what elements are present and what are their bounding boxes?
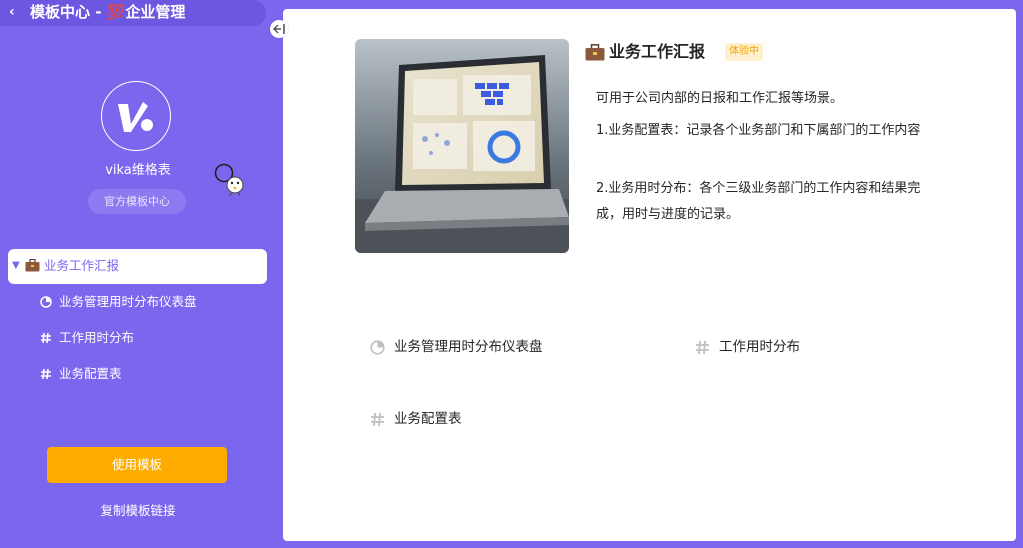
caret-down-icon[interactable]: ▼ [12, 259, 20, 273]
tree-item-label: 业务工作汇报 [44, 258, 120, 273]
tree-item-label: 业务配置表 [59, 366, 122, 381]
collapse-sidebar-button[interactable] [270, 20, 288, 38]
grid-icon [41, 332, 51, 344]
node-label: 业务配置表 [394, 411, 462, 427]
node-label: 工作用时分布 [719, 339, 800, 355]
tree-item-business-report[interactable]: ▼ 业务工作汇报 [8, 249, 267, 284]
back-icon[interactable]: ‹ [9, 4, 23, 20]
template-desc-line: 1.业务配置表：记录各个业务部门和下属部门的工作内容 [596, 123, 921, 138]
briefcase-icon [585, 44, 605, 61]
dashboard-icon [40, 296, 52, 308]
tree-item-label: 业务管理用时分布仪表盘 [59, 294, 197, 309]
header-title: 模板中心 - 💯企业管理 [30, 3, 186, 21]
template-detail-panel: 业务工作汇报 体验中 可用于公司内部的日报和工作汇报等场景。 1.业务配置表：记… [283, 9, 1016, 541]
tree-item-label: 工作用时分布 [59, 330, 135, 345]
use-template-button[interactable]: 使用模板 [47, 447, 227, 483]
org-logo [101, 81, 171, 151]
briefcase-icon [25, 259, 40, 272]
vika-logo-icon [118, 102, 153, 132]
mascot-icon [213, 162, 249, 198]
collapse-icon [273, 24, 285, 34]
template-desc-line: 可用于公司内部的日报和工作汇报等场景。 [596, 91, 844, 106]
grid-icon [41, 368, 51, 380]
dashboard-icon [370, 340, 385, 355]
sidebar: ‹ 模板中心 - 💯企业管理 vika维格表 官方模板中心 ▼ 业务工作汇报 业… [0, 0, 276, 548]
node-label: 业务管理用时分布仪表盘 [394, 339, 543, 355]
official-badge[interactable]: 官方模板中心 [88, 189, 186, 214]
grid-icon [371, 412, 384, 427]
header-bar: ‹ 模板中心 - 💯企业管理 [0, 0, 266, 26]
template-desc-line: 2.业务用时分布：各个三级业务部门的工作内容和结果完成，用时与进度的记录。 [596, 181, 921, 222]
grid-icon [696, 340, 709, 355]
template-cover-image [355, 39, 569, 253]
copy-template-link[interactable]: 复制模板链接 [0, 502, 276, 520]
template-title: 业务工作汇报 [609, 42, 706, 61]
trial-badge: 体验中 [725, 43, 763, 61]
